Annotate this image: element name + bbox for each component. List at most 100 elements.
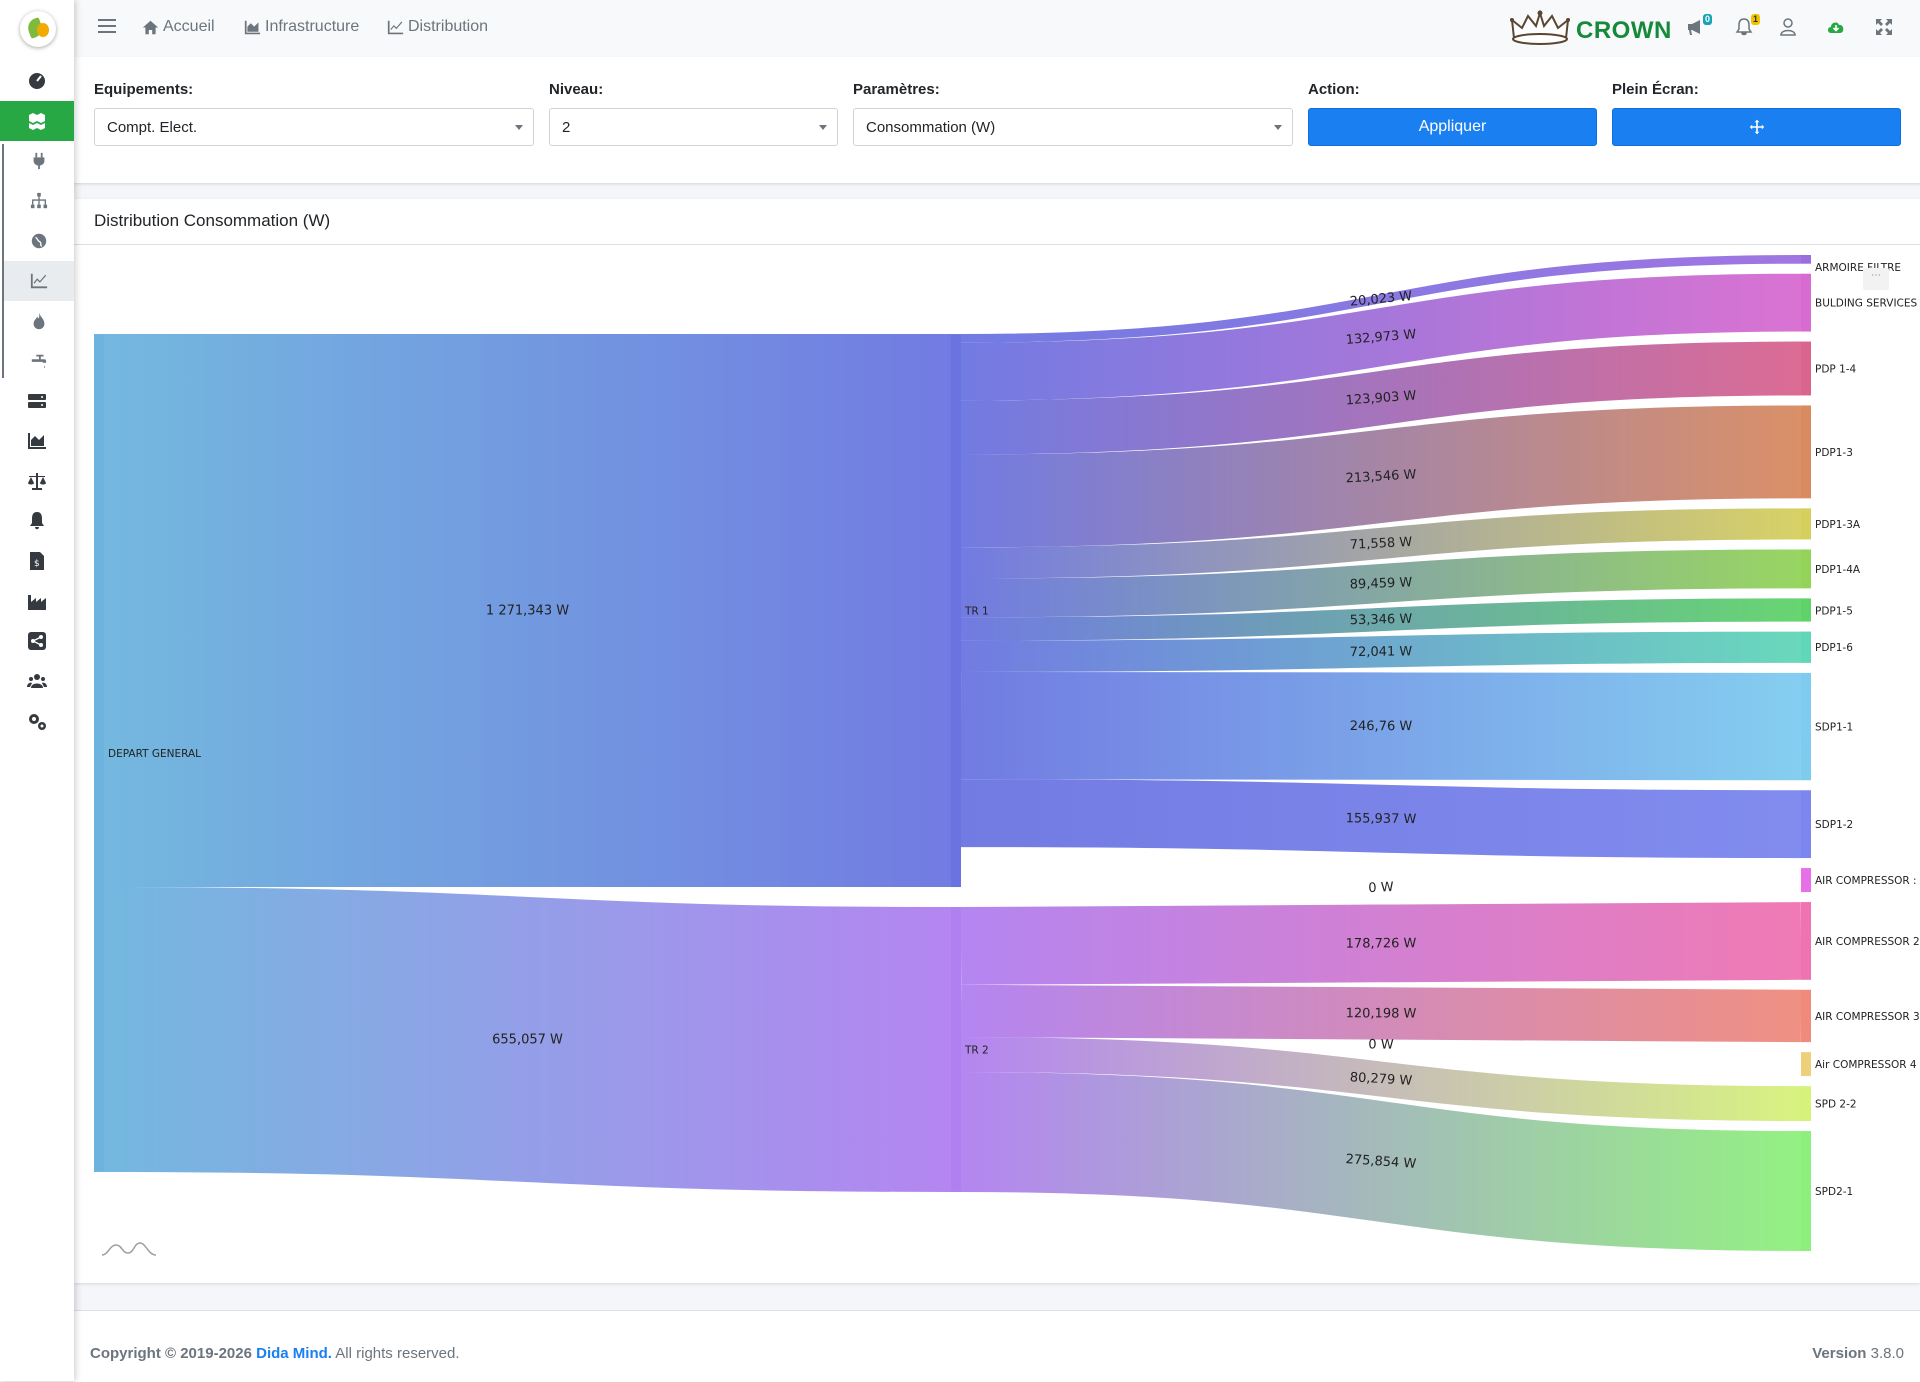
sankey-node[interactable] (1801, 255, 1811, 264)
sidebar-item-balance[interactable] (0, 461, 74, 501)
sankey-chart: 1 271,343 W655,057 W20,023 W132,973 W123… (94, 254, 1920, 1252)
cogs-icon (29, 714, 46, 730)
cloud-download-button[interactable] (1826, 17, 1848, 39)
area-chart-icon (28, 433, 46, 449)
sankey-node-label: AIR COMPRESSOR : (1815, 875, 1917, 887)
users-icon (27, 674, 47, 688)
notifications-button[interactable]: 1 (1734, 14, 1760, 39)
footer-version: Version 3.8.0 (1812, 1345, 1904, 1362)
sankey-node[interactable] (1801, 598, 1811, 622)
sankey-node[interactable] (951, 334, 961, 888)
sankey-node-label: PDP1-3A (1815, 519, 1861, 531)
sidebar-item-cogs[interactable] (0, 701, 74, 741)
sankey-node[interactable] (1801, 273, 1811, 332)
bell-icon (30, 512, 44, 530)
sidebar-item-dashboard[interactable] (0, 61, 74, 101)
home-icon (142, 20, 159, 34)
expand-icon (1876, 19, 1892, 35)
sankey-node-label: AIR COMPRESSOR 2 (1815, 936, 1920, 948)
sankey-node[interactable] (1801, 1086, 1811, 1122)
sankey-node[interactable] (1801, 868, 1811, 893)
sankey-link-label: 655,057 W (492, 1032, 563, 1047)
sidebar-item-share[interactable] (0, 621, 74, 661)
sidebar-item-users[interactable] (0, 661, 74, 701)
sankey-node-label: PDP 1-4 (1815, 363, 1857, 375)
menu-toggle-button[interactable] (98, 19, 116, 33)
sidebar-item-plug[interactable] (4, 141, 74, 181)
app-logo[interactable] (20, 11, 56, 47)
sankey-node-label: PDP1-4A (1815, 564, 1861, 576)
chart-watermark-icon (101, 1242, 157, 1256)
sankey-link-label: 178,726 W (1346, 936, 1417, 951)
messages-badge: 0 (1702, 14, 1712, 25)
fire-icon (33, 312, 45, 330)
fullscreen-button[interactable] (1612, 108, 1901, 146)
server-icon (28, 394, 46, 408)
sankey-node-label: TR 1 (964, 606, 989, 618)
faucet-icon (31, 354, 47, 369)
sankey-node[interactable] (94, 334, 104, 1172)
sidebar-item-cubes[interactable] (0, 101, 74, 141)
company-link[interactable]: Dida Mind. (256, 1345, 332, 1362)
sidebar-item-fire[interactable] (4, 301, 74, 341)
footer: Copyright © 2019-2026 Dida Mind. All rig… (74, 1310, 1920, 1382)
dashboard-icon (29, 73, 45, 89)
expand-button[interactable] (1874, 17, 1896, 39)
cloud-download-icon (1828, 22, 1844, 33)
equipements-select[interactable]: Compt. Elect. (94, 108, 534, 146)
niveau-select[interactable]: 2 (549, 108, 838, 146)
sitemap-icon (30, 192, 48, 209)
action-label: Action: (1308, 81, 1360, 98)
sidebar-item-sitemap[interactable] (4, 181, 74, 221)
parametres-select[interactable]: Consommation (W) (853, 108, 1293, 146)
sankey-node[interactable] (1801, 631, 1811, 663)
sankey-link-label: 155,937 W (1346, 811, 1417, 827)
sidebar-item-globe[interactable] (4, 221, 74, 261)
sankey-node[interactable] (1801, 989, 1811, 1043)
invoice-icon: $ (30, 552, 44, 570)
chart-menu-button[interactable]: ⋯ (1863, 268, 1889, 290)
chevron-down-icon (819, 125, 827, 130)
sankey-node[interactable] (1801, 1052, 1811, 1077)
sankey-node[interactable] (1801, 1131, 1811, 1251)
sankey-node-label: DEPART GENERAL (108, 748, 201, 760)
sankey-link-label: 0 W (1368, 880, 1394, 896)
sankey-node-label: BULDING SERVICES (1815, 298, 1918, 310)
sidebar-item-line-chart[interactable] (4, 261, 74, 301)
sankey-node[interactable] (1801, 672, 1811, 781)
share-icon (28, 632, 46, 650)
nav-accueil[interactable]: Accueil (142, 18, 215, 36)
messages-button[interactable]: 0 (1686, 14, 1712, 39)
sankey-node-label: Air COMPRESSOR 4 (1815, 1059, 1917, 1071)
footer-copyright: Copyright © 2019-2026 Dida Mind. All rig… (90, 1345, 460, 1362)
sankey-node[interactable] (1801, 405, 1811, 499)
apply-button[interactable]: Appliquer (1308, 108, 1597, 146)
equipements-label: Equipements: (94, 81, 194, 98)
sankey-node[interactable] (1801, 790, 1811, 859)
sankey-node[interactable] (951, 907, 961, 1192)
sankey-node[interactable] (1801, 549, 1811, 589)
globe-icon (31, 233, 47, 249)
sidebar-item-faucet[interactable] (4, 341, 74, 381)
nav-distribution[interactable]: Distribution (387, 18, 488, 36)
cubes-icon (29, 113, 45, 130)
user-button[interactable] (1778, 17, 1800, 39)
user-icon (1780, 18, 1796, 36)
sidebar-item-industry[interactable] (0, 581, 74, 621)
move-arrows-icon (1749, 119, 1764, 135)
parametres-label: Paramètres: (853, 81, 940, 98)
sidebar-item-server[interactable] (0, 381, 74, 421)
sankey-node[interactable] (1801, 902, 1811, 980)
sankey-node[interactable] (1801, 508, 1811, 540)
sidebar-item-area-chart[interactable] (0, 421, 74, 461)
sidebar-item-invoice[interactable]: $ (0, 541, 74, 581)
sankey-link-label: 120,198 W (1346, 1006, 1417, 1021)
sidebar-item-bell[interactable] (0, 501, 74, 541)
sankey-node[interactable] (1801, 341, 1811, 396)
nav-infrastructure[interactable]: Infrastructure (244, 18, 359, 36)
brand-logo: CROWN (1508, 8, 1672, 53)
alerts-badge: 1 (1750, 14, 1760, 25)
sankey-node-label: AIR COMPRESSOR 3 (1815, 1011, 1920, 1023)
sankey-link-label: 72,041 W (1350, 644, 1413, 660)
fullscreen-label: Plein Écran: (1612, 81, 1699, 98)
